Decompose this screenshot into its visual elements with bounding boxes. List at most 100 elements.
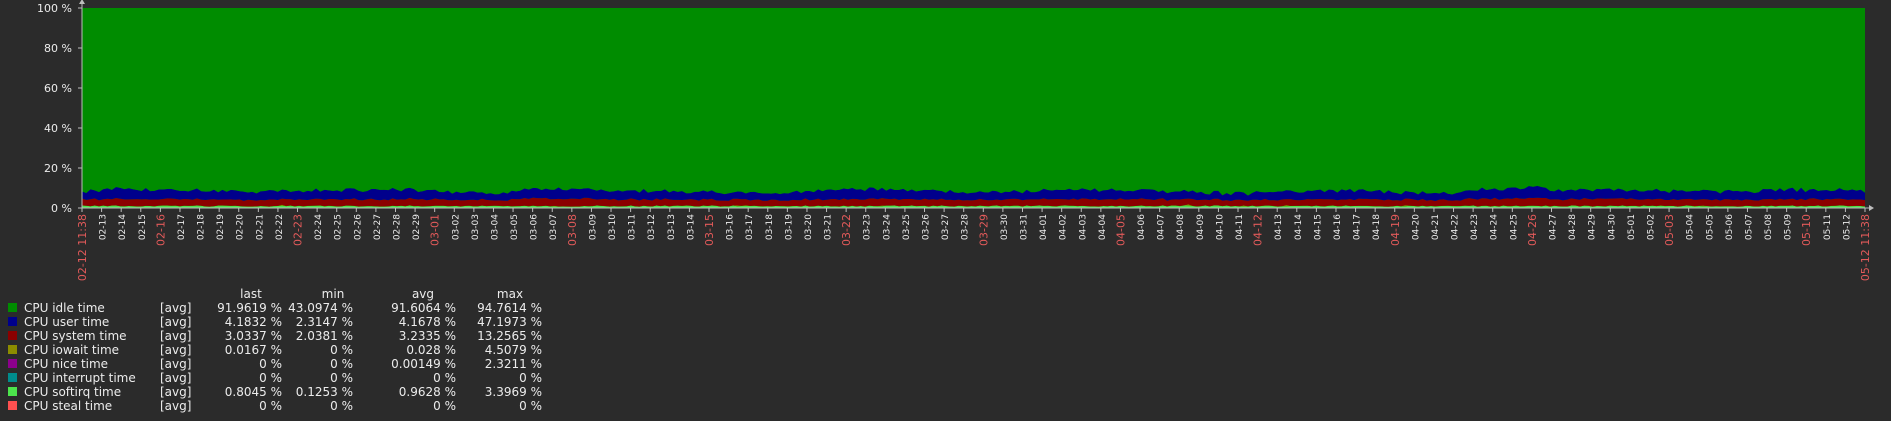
x-tick-label: 04-24	[1490, 214, 1500, 240]
legend-value-min: 2.0381 %	[295, 329, 353, 343]
x-tick-label: 02-20	[236, 214, 246, 240]
x-tick-label: 03-29	[977, 214, 990, 246]
legend-color-swatch	[8, 345, 17, 354]
x-tick-label: 04-02	[1059, 214, 1069, 240]
y-tick-label: 40 %	[44, 122, 72, 135]
x-tick-label: 02-22	[275, 214, 285, 240]
x-tick-label: 05-10	[1800, 214, 1813, 246]
x-tick-label: 03-20	[804, 214, 814, 240]
legend-color-swatch	[8, 331, 17, 340]
x-tick-label: 05-07	[1744, 214, 1754, 240]
x-tick-label: 03-03	[471, 214, 481, 240]
legend-color-swatch	[8, 303, 17, 312]
x-tick-label: 04-25	[1509, 214, 1519, 240]
legend-value-last: 91.9619 %	[217, 301, 282, 315]
x-tick-label: 04-28	[1568, 214, 1578, 240]
legend-value-min: 0 %	[330, 399, 353, 413]
legend-value-avg: 3.2335 %	[398, 329, 456, 343]
x-tick-label: 03-28	[961, 214, 971, 240]
legend-value-last: 3.0337 %	[224, 329, 282, 343]
x-tick-label: 05-09	[1784, 214, 1794, 240]
legend-value-avg: 91.6064 %	[391, 301, 456, 315]
x-tick-label: 03-19	[784, 214, 794, 240]
x-tick-label: 04-17	[1353, 214, 1363, 240]
x-tick-label: 03-14	[686, 214, 696, 240]
x-tick-label: 05-12	[1842, 214, 1852, 240]
x-tick-label: 04-29	[1588, 214, 1598, 240]
legend-color-swatch	[8, 401, 17, 410]
x-tick-label: 04-26	[1526, 214, 1539, 246]
x-tick-label: 02-15	[138, 214, 148, 240]
x-axis-arrow-icon	[1869, 205, 1874, 211]
x-tick-label: 03-10	[608, 214, 618, 240]
legend-value-min: 0 %	[330, 357, 353, 371]
x-tick-label: 04-09	[1196, 214, 1206, 240]
x-tick-label: 03-27	[941, 214, 951, 240]
legend-value-min: 0 %	[330, 343, 353, 357]
legend-series-name: CPU steal time	[24, 399, 113, 413]
x-tick-label: 04-07	[1157, 214, 1167, 240]
x-tick-label: 04-12	[1252, 214, 1265, 246]
legend-value-max: 13.2565 %	[477, 329, 542, 343]
x-tick-label: 05-02	[1646, 214, 1656, 240]
legend-series-name: CPU idle time	[24, 301, 105, 315]
legend-color-swatch	[8, 317, 17, 326]
x-tick-label: 04-19	[1389, 214, 1402, 246]
x-tick-label: 03-15	[703, 214, 716, 246]
x-tick-label: 03-18	[765, 214, 775, 240]
x-tick-label: 04-15	[1313, 214, 1323, 240]
x-tick-label: 05-03	[1663, 214, 1676, 246]
x-tick-label: 02-16	[154, 214, 167, 246]
legend-value-last: 0.0167 %	[224, 343, 282, 357]
x-tick-label: 03-09	[588, 214, 598, 240]
x-tick-label: 03-05	[510, 214, 520, 240]
x-tick-label: 03-06	[530, 214, 540, 240]
x-tick-label: 03-08	[566, 214, 579, 246]
y-axis-tick-labels: 100 % 80 % 60 % 40 % 20 % 0 %	[37, 2, 82, 215]
legend-value-avg: 0 %	[433, 371, 456, 385]
x-tick-label: 04-04	[1098, 214, 1108, 240]
legend-col-max: max	[496, 287, 524, 301]
legend-value-last: 4.1832 %	[224, 315, 282, 329]
legend-value-avg: 0 %	[433, 399, 456, 413]
legend-value-max: 2.3211 %	[484, 357, 542, 371]
x-tick-label: 04-08	[1176, 214, 1186, 240]
legend-series-name: CPU softirq time	[24, 385, 122, 399]
x-tick-label: 02-28	[392, 214, 402, 240]
legend-value-min: 2.3147 %	[295, 315, 353, 329]
x-tick-label: 02-21	[255, 214, 265, 240]
x-tick-label: 03-22	[840, 214, 853, 246]
legend-col-avg: avg	[411, 287, 435, 301]
x-tick-label: 04-06	[1137, 214, 1147, 240]
x-tick-label: 03-01	[429, 214, 442, 246]
legend-value-last: 0 %	[259, 371, 282, 385]
x-tick-label: 04-11	[1235, 214, 1245, 240]
x-tick-label: 04-01	[1039, 214, 1049, 240]
x-tick-label: 03-02	[451, 214, 461, 240]
x-tick-label: 02-17	[177, 214, 187, 240]
x-tick-label: 03-11	[628, 214, 638, 240]
x-tick-label: 05-08	[1764, 214, 1774, 240]
plot-area	[82, 8, 1865, 208]
legend-value-last: 0.8045 %	[224, 385, 282, 399]
x-tick-label: 04-16	[1333, 214, 1343, 240]
legend-color-swatch	[8, 359, 17, 368]
legend-value-max: 0 %	[519, 399, 542, 413]
y-tick-label: 100 %	[37, 2, 72, 15]
x-tick-label: 03-12	[647, 214, 657, 240]
x-tick-label: 03-16	[726, 214, 736, 240]
x-tick-label: 04-30	[1607, 214, 1617, 240]
x-tick-label: 02-12 11:38	[76, 214, 89, 281]
legend-series-name: CPU user time	[24, 315, 110, 329]
x-tick-label: 02-27	[373, 214, 383, 240]
x-tick-label: 02-26	[353, 214, 363, 240]
legend-series-name: CPU interrupt time	[24, 371, 136, 385]
x-tick-label: 02-25	[334, 214, 344, 240]
y-axis-arrow-icon	[79, 0, 85, 4]
x-tick-label: 04-21	[1431, 214, 1441, 240]
x-tick-label: 02-19	[216, 214, 226, 240]
legend-value-min: 43.0974 %	[288, 301, 353, 315]
legend-value-avg: 4.1678 %	[398, 315, 456, 329]
legend-series-name: CPU nice time	[24, 357, 109, 371]
x-tick-label: 03-26	[922, 214, 932, 240]
